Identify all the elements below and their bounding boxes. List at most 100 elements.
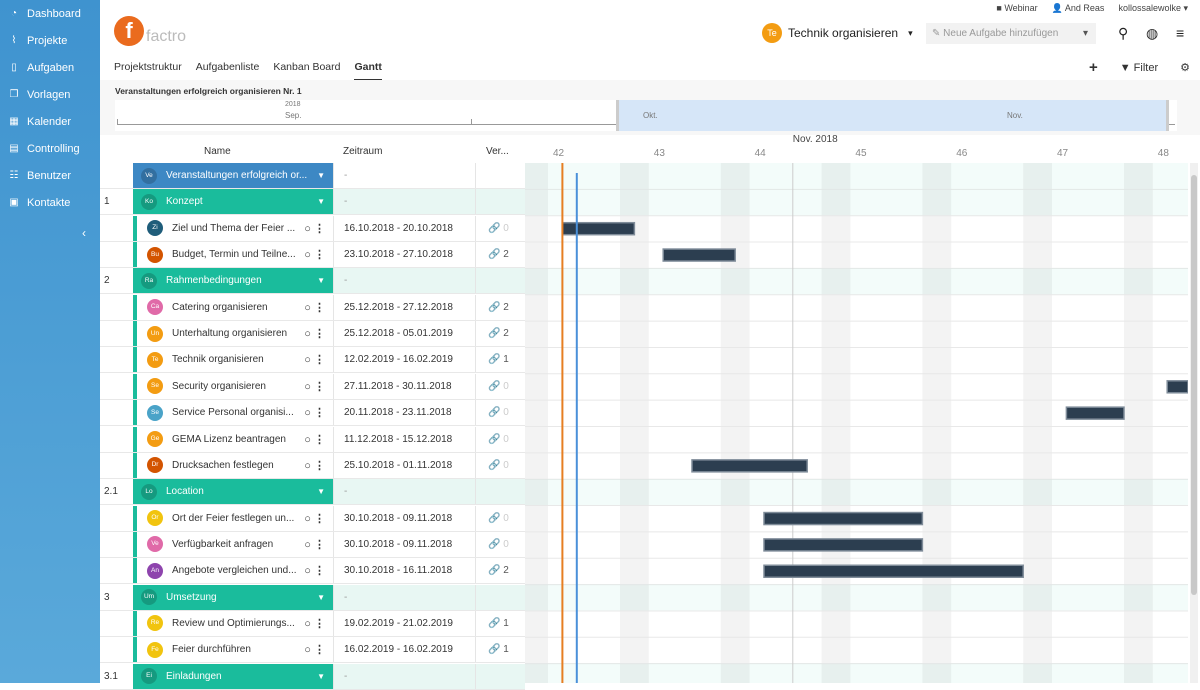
more-options-icon[interactable]: ⋮	[314, 618, 325, 630]
more-options-icon[interactable]: ⋮	[314, 328, 325, 340]
row-name-cell[interactable]: Bu Budget, Termin und Teilne... ○ ⋮	[133, 242, 333, 268]
sidebar-item-dashboard[interactable]: ◔ Dashboard	[0, 0, 100, 27]
tab-projektstruktur[interactable]: Projektstruktur	[114, 61, 182, 81]
status-circle-icon[interactable]: ○	[304, 434, 311, 446]
column-header-name[interactable]: Name	[204, 146, 231, 157]
task-row[interactable]: Se Security organisieren ○ ⋮ 27.11.2018 -…	[100, 373, 525, 400]
webinar-link[interactable]: ■ Webinar	[996, 3, 1037, 14]
row-name-cell[interactable]: Ra Rahmenbedingungen ▼	[133, 268, 333, 294]
task-row[interactable]: Ca Catering organisieren ○ ⋮ 25.12.2018 -…	[100, 294, 525, 321]
more-options-icon[interactable]: ⋮	[314, 381, 325, 393]
group-row[interactable]: 2.1 Lo Location ▼ -	[100, 479, 525, 506]
task-row[interactable]: Or Ort der Feier festlegen un... ○ ⋮ 30.1…	[100, 505, 525, 532]
menu-icon[interactable]: ≡	[1176, 25, 1184, 41]
row-name-cell[interactable]: Re Review und Optimierungs... ○ ⋮	[133, 610, 333, 636]
account-menu[interactable]: kollossalewolke ▾	[1118, 3, 1188, 14]
overview-range-selector[interactable]	[616, 100, 1169, 131]
chevron-down-icon[interactable]: ▼	[317, 487, 325, 496]
status-circle-icon[interactable]: ○	[304, 565, 311, 577]
status-circle-icon[interactable]: ○	[304, 302, 311, 314]
more-options-icon[interactable]: ⋮	[314, 644, 325, 656]
row-name-cell[interactable]: Un Unterhaltung organisieren ○ ⋮	[133, 321, 333, 347]
row-name-cell[interactable]: Um Umsetzung ▼	[133, 584, 333, 610]
sidebar-item-kalender[interactable]: ▦ Kalender	[0, 108, 100, 135]
row-name-cell[interactable]: Ko Konzept ▼	[133, 189, 333, 215]
sidebar-item-vorlagen[interactable]: ❐ Vorlagen	[0, 81, 100, 108]
column-header-period[interactable]: Zeitraum	[343, 146, 382, 157]
row-name-cell[interactable]: Ei Einladungen ▼	[133, 663, 333, 689]
chevron-down-icon[interactable]: ▼	[317, 593, 325, 602]
row-name-cell[interactable]: Se Service Personal organisi... ○ ⋮	[133, 400, 333, 426]
new-task-input[interactable]: ✎ Neue Aufgabe hinzufügen ▾	[926, 23, 1096, 44]
sidebar-item-benutzer[interactable]: ☷ Benutzer	[0, 162, 100, 189]
more-options-icon[interactable]: ⋮	[314, 434, 325, 446]
row-name-cell[interactable]: Zi Ziel und Thema der Feier ... ○ ⋮	[133, 215, 333, 241]
task-bar[interactable]	[763, 564, 1024, 578]
task-bar[interactable]	[1065, 406, 1125, 420]
row-name-cell[interactable]: Dr Drucksachen festlegen ○ ⋮	[133, 452, 333, 478]
sidebar-item-kontakte[interactable]: ▣ Kontakte	[0, 189, 100, 216]
status-circle-icon[interactable]: ○	[304, 328, 311, 340]
status-circle-icon[interactable]: ○	[304, 618, 311, 630]
chevron-down-icon[interactable]: ▼	[317, 171, 325, 180]
status-circle-icon[interactable]: ○	[304, 354, 311, 366]
task-row[interactable]: Ge GEMA Lizenz beantragen ○ ⋮ 11.12.2018 …	[100, 426, 525, 453]
status-circle-icon[interactable]: ○	[304, 460, 311, 472]
more-options-icon[interactable]: ⋮	[314, 565, 325, 577]
row-name-cell[interactable]: Or Ort der Feier festlegen un... ○ ⋮	[133, 505, 333, 531]
vertical-scrollbar[interactable]	[1190, 163, 1198, 683]
status-circle-icon[interactable]: ○	[304, 223, 311, 235]
row-name-cell[interactable]: An Angebote vergleichen und... ○ ⋮	[133, 558, 333, 584]
status-circle-icon[interactable]: ○	[304, 249, 311, 261]
search-icon[interactable]: ⚲	[1118, 25, 1128, 42]
row-name-cell[interactable]: Ve Veranstaltungen erfolgreich or... ▼	[133, 163, 333, 188]
tab-kanban-board[interactable]: Kanban Board	[273, 61, 340, 81]
chevron-down-icon[interactable]: ▾	[1083, 23, 1088, 44]
task-row[interactable]: Bu Budget, Termin und Teilne... ○ ⋮ 23.10…	[100, 242, 525, 269]
task-bar[interactable]	[763, 538, 924, 552]
settings-icon[interactable]: ⚙	[1180, 61, 1190, 74]
task-row[interactable]: Un Unterhaltung organisieren ○ ⋮ 25.12.20…	[100, 321, 525, 348]
context-task-selector[interactable]: Te Technik organisieren ▾	[762, 23, 913, 43]
row-name-cell[interactable]: Fe Feier durchführen ○ ⋮	[133, 637, 333, 663]
sidebar-item-aufgaben[interactable]: ▯ Aufgaben	[0, 54, 100, 81]
group-row[interactable]: 1 Ko Konzept ▼ -	[100, 189, 525, 216]
task-row[interactable]: Zi Ziel und Thema der Feier ... ○ ⋮ 16.10…	[100, 215, 525, 242]
status-circle-icon[interactable]: ○	[304, 539, 311, 551]
column-header-links[interactable]: Ver...	[486, 146, 509, 157]
more-options-icon[interactable]: ⋮	[314, 354, 325, 366]
task-bar[interactable]	[662, 248, 736, 262]
collapse-sidebar-icon[interactable]: ‹	[82, 226, 86, 240]
sidebar-item-controlling[interactable]: ▤ Controlling	[0, 135, 100, 162]
add-button[interactable]: +	[1089, 59, 1098, 76]
scrollbar-thumb[interactable]	[1191, 175, 1197, 595]
group-row[interactable]: 3.1 Ei Einladungen ▼ -	[100, 663, 525, 690]
chevron-down-icon[interactable]: ▼	[317, 276, 325, 285]
task-row[interactable]: Fe Feier durchführen ○ ⋮ 16.02.2019 - 16.…	[100, 637, 525, 664]
root-row[interactable]: Ve Veranstaltungen erfolgreich or... ▼ -	[100, 163, 525, 189]
task-bar[interactable]	[691, 459, 808, 473]
filter-button[interactable]: ▼ Filter	[1120, 62, 1158, 74]
group-row[interactable]: 3 Um Umsetzung ▼ -	[100, 584, 525, 611]
row-name-cell[interactable]: Ca Catering organisieren ○ ⋮	[133, 294, 333, 320]
row-name-cell[interactable]: Se Security organisieren ○ ⋮	[133, 373, 333, 399]
status-circle-icon[interactable]: ○	[304, 644, 311, 656]
group-row[interactable]: 2 Ra Rahmenbedingungen ▼ -	[100, 268, 525, 295]
task-row[interactable]: Te Technik organisieren ○ ⋮ 12.02.2019 - …	[100, 347, 525, 374]
sidebar-item-projekte[interactable]: ⌇ Projekte	[0, 27, 100, 54]
more-options-icon[interactable]: ⋮	[314, 407, 325, 419]
factro-logo[interactable]: f factro	[114, 16, 186, 46]
more-options-icon[interactable]: ⋮	[314, 249, 325, 261]
row-name-cell[interactable]: Te Technik organisieren ○ ⋮	[133, 347, 333, 373]
task-row[interactable]: An Angebote vergleichen und... ○ ⋮ 30.10.…	[100, 558, 525, 585]
status-circle-icon[interactable]: ○	[304, 407, 311, 419]
tab-aufgabenliste[interactable]: Aufgabenliste	[196, 61, 260, 81]
more-options-icon[interactable]: ⋮	[314, 223, 325, 235]
task-row[interactable]: Dr Drucksachen festlegen ○ ⋮ 25.10.2018 -…	[100, 452, 525, 479]
more-options-icon[interactable]: ⋮	[314, 539, 325, 551]
status-circle-icon[interactable]: ○	[304, 381, 311, 393]
row-name-cell[interactable]: Lo Location ▼	[133, 479, 333, 505]
task-bar[interactable]	[1166, 380, 1188, 394]
globe-icon[interactable]: ◍	[1146, 25, 1158, 42]
user-link[interactable]: 👤 And Reas	[1052, 3, 1105, 14]
